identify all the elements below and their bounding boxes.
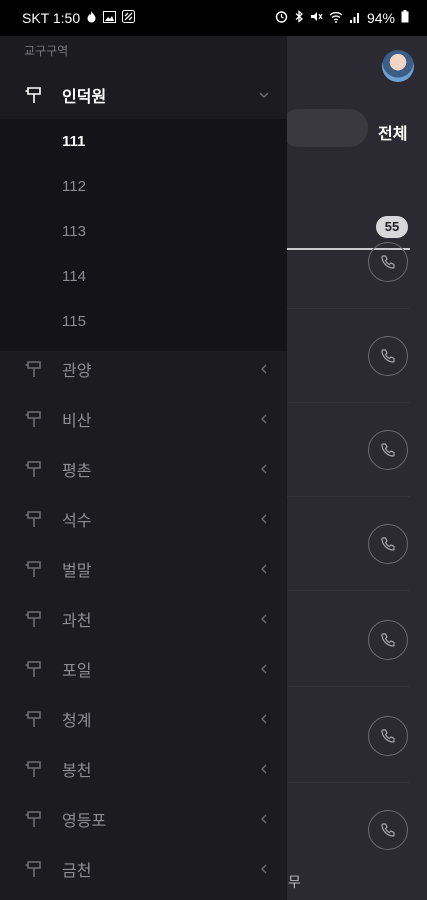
group-label: 인덕원 <box>62 89 107 106</box>
chevron-left-icon <box>261 614 267 624</box>
group-label: 포일 <box>62 663 92 680</box>
signpost-icon <box>25 761 41 777</box>
call-button[interactable] <box>368 524 408 564</box>
battery-icon <box>401 10 409 26</box>
signpost-icon <box>25 811 41 827</box>
phone-icon <box>381 349 395 363</box>
phone-icon <box>381 443 395 457</box>
wifi-icon <box>329 11 343 26</box>
call-button[interactable] <box>368 242 408 282</box>
group-item[interactable]: 석수 <box>0 494 287 544</box>
group-label: 청계 <box>62 713 92 730</box>
row-divider <box>286 496 410 497</box>
chevron-left-icon <box>261 364 267 374</box>
group-label: 과천 <box>62 613 92 630</box>
phone-icon <box>381 537 395 551</box>
group-label: 석수 <box>62 513 92 530</box>
mute-icon <box>310 10 323 26</box>
avatar[interactable] <box>382 50 414 82</box>
row-divider <box>286 308 410 309</box>
group-label: 비산 <box>62 413 92 430</box>
group-label: 봉천 <box>62 763 92 780</box>
group-item[interactable]: 과천 <box>0 594 287 644</box>
row-snippet: 무 <box>288 874 301 890</box>
signpost-icon <box>25 361 41 377</box>
group-label: 벌말 <box>62 563 92 580</box>
search-input[interactable] <box>280 109 368 147</box>
group-label: 금천 <box>62 863 92 880</box>
group-item[interactable]: 평촌 <box>0 444 287 494</box>
chevron-left-icon <box>261 414 267 424</box>
group-item[interactable]: 관양 <box>0 344 287 394</box>
signpost-icon <box>25 861 41 877</box>
signpost-icon <box>25 461 41 477</box>
alarm-icon <box>275 10 288 26</box>
group-item[interactable]: 봉천 <box>0 744 287 794</box>
bluetooth-icon <box>294 10 304 26</box>
group-item[interactable]: 영등포 <box>0 794 287 844</box>
count-badge: 55 <box>376 216 408 238</box>
app-icon <box>122 10 136 26</box>
signpost-icon <box>25 411 41 427</box>
sub-item[interactable]: 112 <box>62 178 86 195</box>
sub-item[interactable]: 113 <box>62 223 86 240</box>
group-item[interactable]: 포일 <box>0 644 287 694</box>
status-bar: SKT 1:50 94% <box>0 0 427 36</box>
chevron-left-icon <box>261 814 267 824</box>
battery-level: 94% <box>366 10 395 26</box>
chevron-left-icon <box>261 564 267 574</box>
call-button[interactable] <box>368 620 408 660</box>
call-button[interactable] <box>368 430 408 470</box>
fire-icon <box>86 10 97 26</box>
signpost-icon <box>25 561 41 577</box>
group-item[interactable]: 벌말 <box>0 544 287 594</box>
group-item-expanded[interactable]: 인덕원 <box>0 70 287 120</box>
signpost-icon <box>25 661 41 677</box>
sub-item[interactable]: 114 <box>62 268 86 285</box>
group-label: 관양 <box>62 363 92 380</box>
signpost-icon <box>25 711 41 727</box>
image-icon <box>103 10 117 26</box>
tab-all[interactable]: 전체 <box>378 120 407 144</box>
navigation-drawer: 교구구역 인덕원 111 112 113 114 115 관양 비산 평촌 석수… <box>0 36 287 900</box>
phone-icon <box>381 823 395 837</box>
section-title: 교구구역 <box>24 44 69 58</box>
chevron-left-icon <box>261 464 267 474</box>
sub-item[interactable]: 115 <box>62 313 86 330</box>
signpost-icon <box>25 511 41 527</box>
chevron-left-icon <box>261 664 267 674</box>
chevron-left-icon <box>261 864 267 874</box>
chevron-left-icon <box>261 514 267 524</box>
phone-icon <box>381 729 395 743</box>
sub-item-list: 111 112 113 114 115 <box>0 119 287 351</box>
call-button[interactable] <box>368 336 408 376</box>
row-divider <box>286 686 410 687</box>
chevron-left-icon <box>261 714 267 724</box>
row-divider <box>286 402 410 403</box>
sub-item[interactable]: 111 <box>62 133 85 150</box>
group-label: 영등포 <box>62 813 107 830</box>
carrier-time: SKT 1:50 <box>22 10 81 26</box>
group-item[interactable]: 청계 <box>0 694 287 744</box>
phone-icon <box>381 255 395 269</box>
signpost-icon <box>25 611 41 627</box>
signpost-icon <box>25 87 41 103</box>
call-button[interactable] <box>368 810 408 850</box>
call-button[interactable] <box>368 716 408 756</box>
group-item[interactable]: 비산 <box>0 394 287 444</box>
group-label: 평촌 <box>62 463 92 480</box>
signal-icon <box>349 11 361 26</box>
chevron-left-icon <box>261 764 267 774</box>
row-divider <box>286 590 410 591</box>
phone-icon <box>381 633 395 647</box>
group-item[interactable]: 금천 <box>0 844 287 894</box>
chevron-down-icon <box>259 92 269 98</box>
row-divider <box>286 782 410 783</box>
